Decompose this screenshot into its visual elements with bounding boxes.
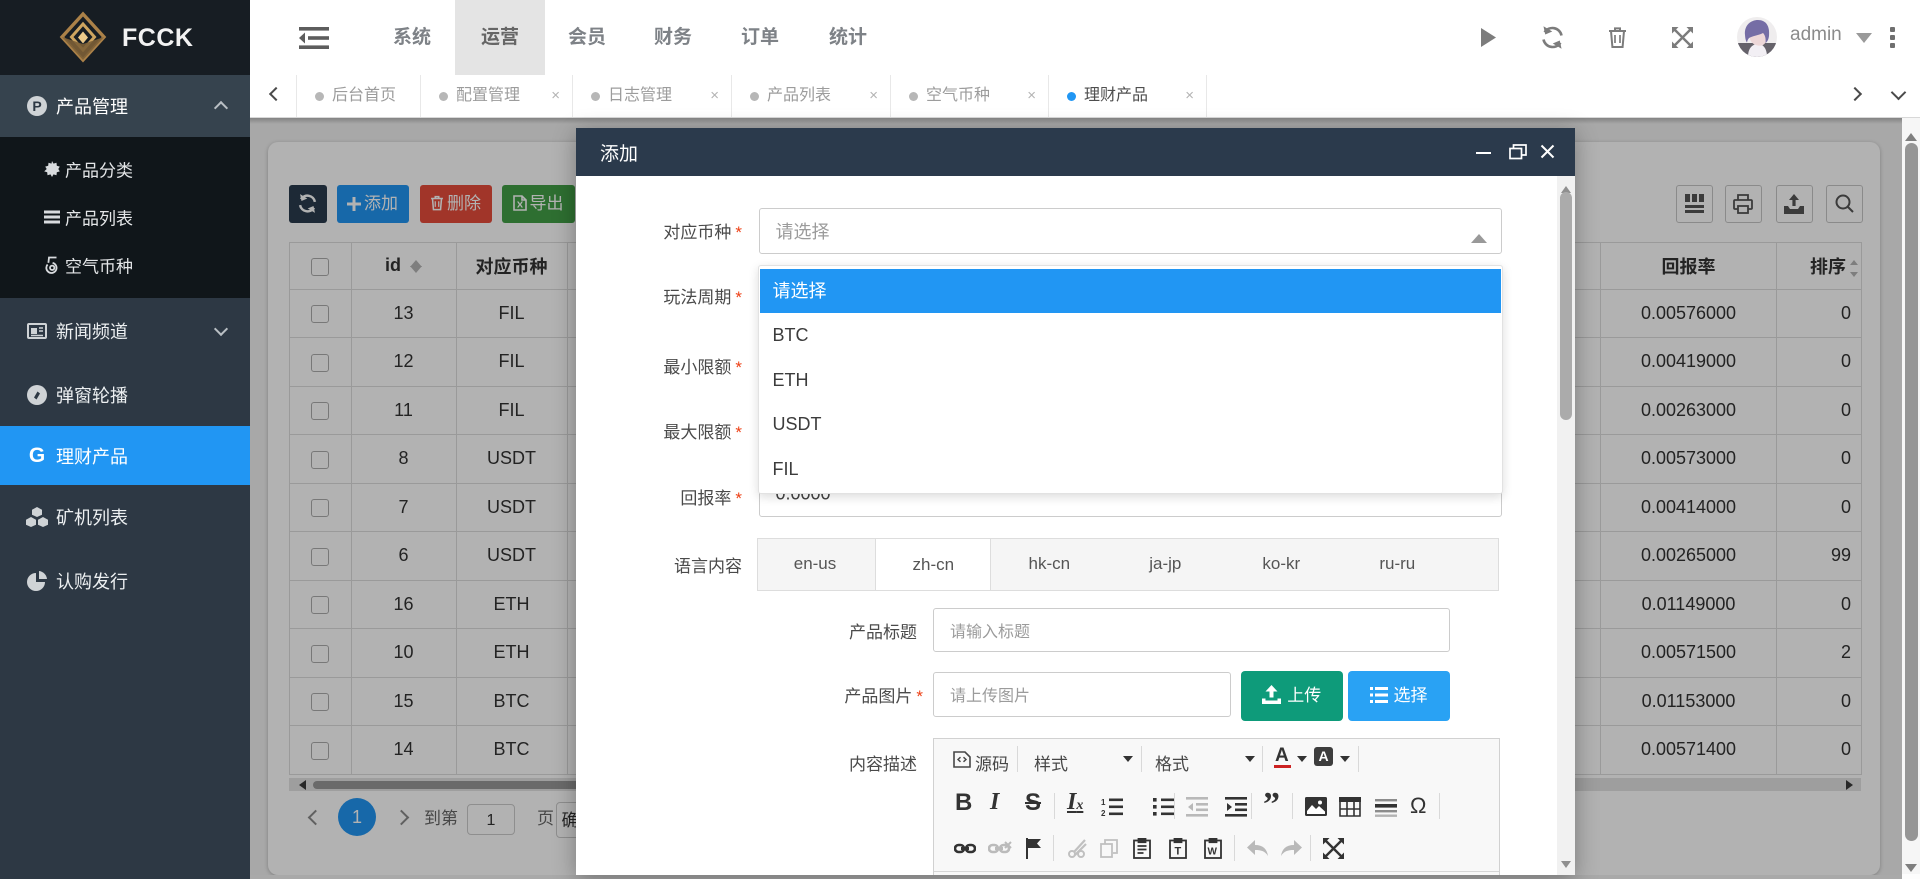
svg-text:W: W <box>1208 846 1218 857</box>
svg-text:P: P <box>32 98 41 114</box>
svg-text:1: 1 <box>1101 798 1106 807</box>
svg-text:2: 2 <box>1101 809 1106 817</box>
svg-text:T: T <box>1175 845 1182 857</box>
